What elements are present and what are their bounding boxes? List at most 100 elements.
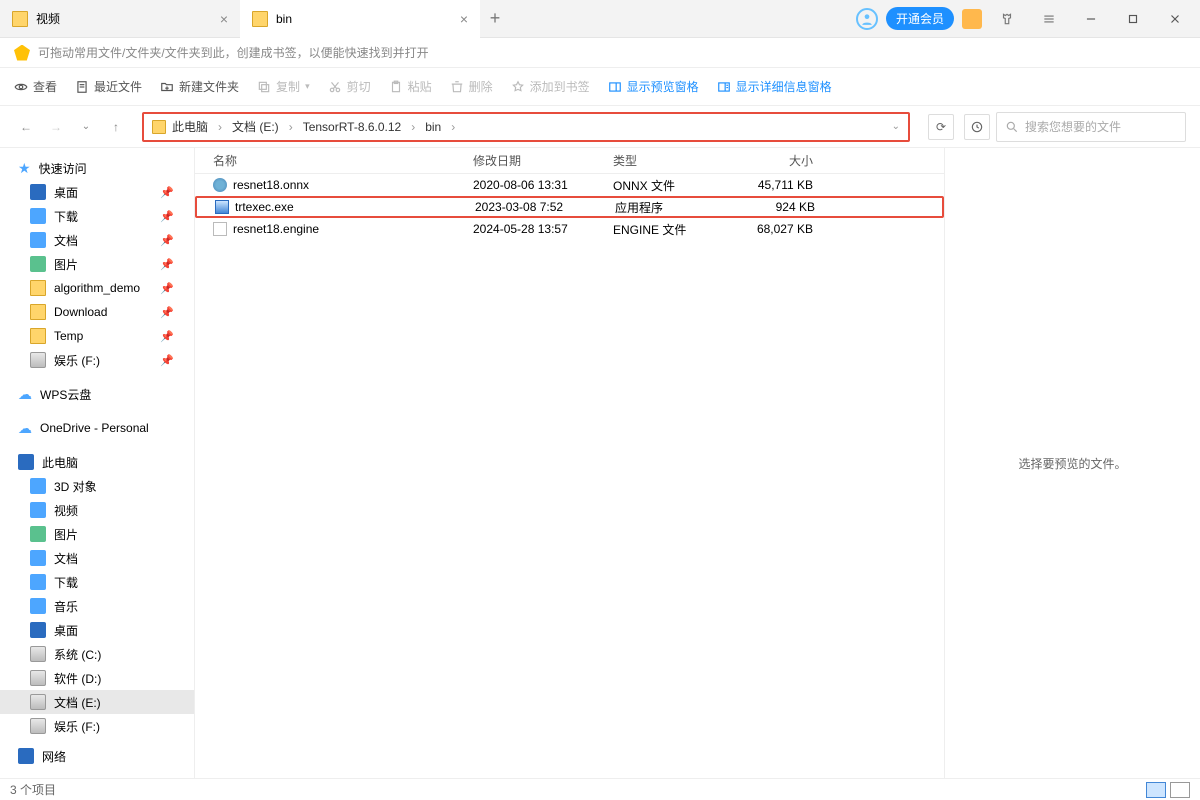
sidebar-item[interactable]: 图片📌 bbox=[0, 252, 194, 276]
main-area: ★快速访问 桌面📌下载📌文档📌图片📌algorithm_demo📌Downloa… bbox=[0, 148, 1200, 778]
status-bar: 3 个项目 bbox=[0, 778, 1200, 800]
minimize-button[interactable] bbox=[1074, 4, 1108, 34]
sidebar-item[interactable]: 下载📌 bbox=[0, 204, 194, 228]
sidebar-wps-cloud[interactable]: ☁WPS云盘 bbox=[0, 382, 194, 406]
item-icon bbox=[30, 694, 46, 710]
file-icon bbox=[213, 178, 227, 192]
sidebar-item[interactable]: 桌面 bbox=[0, 618, 194, 642]
item-icon bbox=[30, 670, 46, 686]
pc-icon bbox=[18, 454, 34, 470]
item-icon bbox=[30, 352, 46, 368]
icons-view-button[interactable] bbox=[1170, 782, 1190, 798]
search-input[interactable]: 搜索您想要的文件 bbox=[996, 112, 1186, 142]
paste-button[interactable]: 粘贴 bbox=[389, 78, 432, 95]
tab-bin[interactable]: bin × bbox=[240, 0, 480, 38]
column-date[interactable]: 修改日期 bbox=[473, 152, 613, 169]
history-button[interactable] bbox=[964, 114, 990, 140]
menu-icon[interactable] bbox=[1032, 4, 1066, 34]
history-dropdown[interactable]: ⌄ bbox=[74, 115, 98, 139]
detail-pane-button[interactable]: 显示详细信息窗格 bbox=[717, 78, 832, 95]
file-list: resnet18.onnx2020-08-06 13:31ONNX 文件45,7… bbox=[195, 174, 944, 778]
sidebar-item[interactable]: 软件 (D:) bbox=[0, 666, 194, 690]
vip-button[interactable]: 开通会员 bbox=[886, 7, 954, 30]
tab-videos[interactable]: 视频 × bbox=[0, 0, 240, 38]
sidebar-item[interactable]: algorithm_demo📌 bbox=[0, 276, 194, 300]
pin-icon: 📌 bbox=[160, 210, 174, 223]
file-size: 924 KB bbox=[735, 200, 815, 214]
sidebar-quick-access[interactable]: ★快速访问 bbox=[0, 156, 194, 180]
sidebar-item[interactable]: 文档📌 bbox=[0, 228, 194, 252]
sidebar-this-pc[interactable]: 此电脑 bbox=[0, 450, 194, 474]
sidebar-item[interactable]: 娱乐 (F:)📌 bbox=[0, 348, 194, 372]
breadcrumb-item[interactable]: bin bbox=[425, 120, 441, 134]
item-icon bbox=[30, 526, 46, 542]
item-icon bbox=[30, 256, 46, 272]
breadcrumb-item[interactable]: 此电脑 bbox=[172, 118, 208, 135]
sidebar-network[interactable]: 网络 bbox=[0, 744, 194, 768]
view-button[interactable]: 查看 bbox=[14, 78, 57, 95]
forward-button[interactable]: → bbox=[44, 115, 68, 139]
maximize-button[interactable] bbox=[1116, 4, 1150, 34]
sidebar-item[interactable]: 音乐 bbox=[0, 594, 194, 618]
sidebar-item[interactable]: 系统 (C:) bbox=[0, 642, 194, 666]
new-folder-button[interactable]: 新建文件夹 bbox=[160, 78, 239, 95]
sidebar-onedrive[interactable]: ☁OneDrive - Personal bbox=[0, 416, 194, 440]
close-icon[interactable]: × bbox=[460, 11, 468, 27]
new-tab-button[interactable]: + bbox=[480, 8, 510, 29]
sidebar-item[interactable]: 视频 bbox=[0, 498, 194, 522]
pin-icon: 📌 bbox=[160, 186, 174, 199]
file-type: ENGINE 文件 bbox=[613, 221, 733, 238]
back-button[interactable]: ← bbox=[14, 115, 38, 139]
cut-button[interactable]: 剪切 bbox=[328, 78, 371, 95]
sidebar-item[interactable]: 桌面📌 bbox=[0, 180, 194, 204]
item-icon bbox=[30, 502, 46, 518]
sidebar-item[interactable]: 文档 (E:) bbox=[0, 690, 194, 714]
preview-placeholder: 选择要预览的文件。 bbox=[1018, 455, 1126, 472]
item-icon bbox=[30, 478, 46, 494]
file-name: resnet18.engine bbox=[233, 222, 319, 236]
sidebar-item[interactable]: 图片 bbox=[0, 522, 194, 546]
up-button[interactable]: ↑ bbox=[104, 115, 128, 139]
file-date: 2023-03-08 7:52 bbox=[475, 200, 615, 214]
breadcrumb[interactable]: 此电脑› 文档 (E:)› TensorRT-8.6.0.12› bin› ⌄ bbox=[142, 112, 910, 142]
preview-pane: 选择要预览的文件。 bbox=[945, 148, 1200, 778]
copy-button[interactable]: 复制▾ bbox=[257, 78, 310, 95]
sidebar-item[interactable]: 文档 bbox=[0, 546, 194, 570]
sidebar-item[interactable]: Download📌 bbox=[0, 300, 194, 324]
file-size: 68,027 KB bbox=[733, 222, 813, 236]
shirt-icon[interactable] bbox=[990, 4, 1024, 34]
breadcrumb-item[interactable]: 文档 (E:) bbox=[232, 118, 279, 135]
file-date: 2020-08-06 13:31 bbox=[473, 178, 613, 192]
sidebar-item[interactable]: 下载 bbox=[0, 570, 194, 594]
chevron-right-icon: › bbox=[407, 120, 419, 134]
sidebar-item[interactable]: 娱乐 (F:) bbox=[0, 714, 194, 738]
file-row[interactable]: resnet18.onnx2020-08-06 13:31ONNX 文件45,7… bbox=[195, 174, 944, 196]
tab-bar: 视频 × bin × + 开通会员 bbox=[0, 0, 1200, 38]
column-name[interactable]: 名称 bbox=[213, 152, 473, 169]
item-icon bbox=[30, 328, 46, 344]
sidebar: ★快速访问 桌面📌下载📌文档📌图片📌algorithm_demo📌Downloa… bbox=[0, 148, 195, 778]
close-icon[interactable]: × bbox=[220, 11, 228, 27]
delete-button[interactable]: 删除 bbox=[450, 78, 493, 95]
sidebar-item[interactable]: Temp📌 bbox=[0, 324, 194, 348]
column-size[interactable]: 大小 bbox=[733, 152, 813, 169]
account-avatar-icon[interactable] bbox=[856, 8, 878, 30]
chevron-down-icon[interactable]: ⌄ bbox=[892, 121, 900, 132]
network-icon bbox=[18, 748, 34, 764]
theme-icon[interactable] bbox=[962, 9, 982, 29]
file-icon bbox=[215, 200, 229, 214]
preview-pane-button[interactable]: 显示预览窗格 bbox=[608, 78, 699, 95]
file-date: 2024-05-28 13:57 bbox=[473, 222, 613, 236]
close-window-button[interactable] bbox=[1158, 4, 1192, 34]
recent-files-button[interactable]: 最近文件 bbox=[75, 78, 142, 95]
file-row[interactable]: resnet18.engine 2024-05-28 13:57ENGINE 文件… bbox=[195, 218, 944, 240]
refresh-button[interactable]: ⟳ bbox=[928, 114, 954, 140]
column-type[interactable]: 类型 bbox=[613, 152, 733, 169]
add-bookmark-button[interactable]: 添加到书签 bbox=[511, 78, 590, 95]
details-view-button[interactable] bbox=[1146, 782, 1166, 798]
breadcrumb-item[interactable]: TensorRT-8.6.0.12 bbox=[303, 120, 402, 134]
sidebar-item[interactable]: 3D 对象 bbox=[0, 474, 194, 498]
search-placeholder: 搜索您想要的文件 bbox=[1025, 118, 1121, 135]
file-row[interactable]: trtexec.exe2023-03-08 7:52应用程序924 KB bbox=[195, 196, 944, 218]
tab-label: 视频 bbox=[36, 10, 60, 27]
